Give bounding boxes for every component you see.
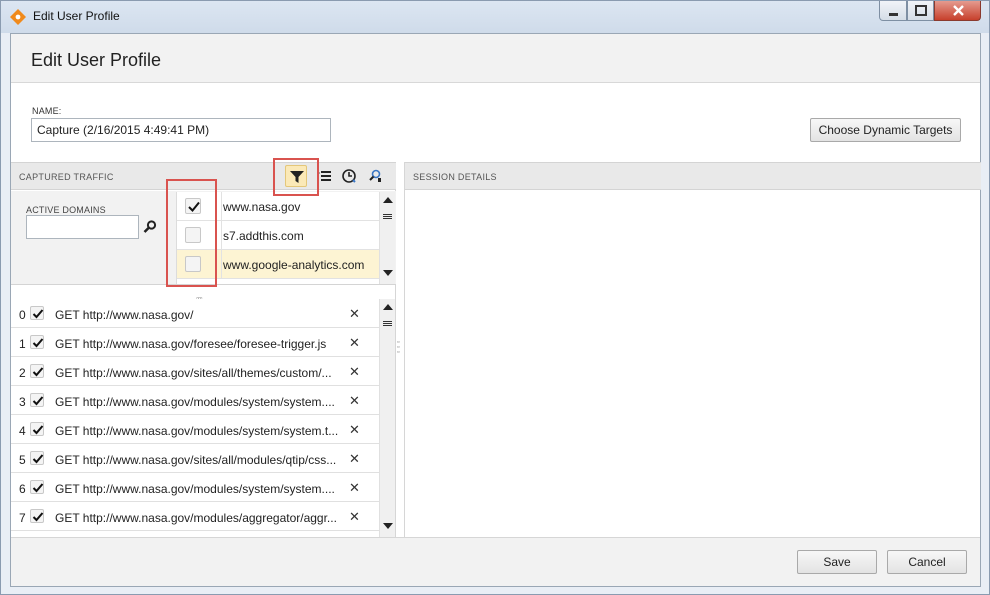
search-icon[interactable] [142,219,158,235]
checkmark-icon [32,425,44,435]
session-details-title: SESSION DETAILS [413,172,497,182]
request-url: GET http://www.nasa.gov/modules/system/s… [55,395,335,409]
find-icon [369,169,381,182]
remove-request-icon[interactable]: ✕ [349,335,360,351]
scroll-grip-icon [383,321,392,322]
request-list: 0 GET http://www.nasa.gov/ ✕ 1 GET http:… [11,299,379,537]
scroll-up-icon[interactable] [383,304,393,310]
request-url: GET http://www.nasa.gov/modules/system/s… [55,482,335,496]
request-checkbox[interactable] [30,451,44,465]
request-url: GET http://www.nasa.gov/modules/system/s… [55,424,339,438]
scroll-grip-icon [383,214,392,215]
request-index: 0 [19,308,26,322]
choose-dynamic-targets-button[interactable]: Choose Dynamic Targets [810,118,961,142]
request-checkbox[interactable] [30,306,44,320]
scroll-grip-icon [383,216,392,217]
domain-name: s7.addthis.com [223,229,304,243]
request-url: GET http://www.nasa.gov/modules/aggregat… [55,511,337,525]
app-logo-icon [10,9,26,25]
close-icon [953,5,964,16]
request-url: GET http://www.nasa.gov/sites/all/themes… [55,366,332,380]
request-checkbox[interactable] [30,335,44,349]
row-divider [221,221,222,250]
remove-request-icon[interactable]: ✕ [349,451,360,467]
request-row[interactable]: 6 GET http://www.nasa.gov/modules/system… [11,473,379,502]
remove-request-icon[interactable]: ✕ [349,509,360,525]
checkmark-icon [32,454,44,464]
checkmark-icon [32,512,44,522]
name-label: NAME: [32,106,62,116]
remove-request-icon[interactable]: ✕ [349,364,360,380]
request-index: 6 [19,482,26,496]
clock-icon [342,169,356,183]
request-row[interactable]: 7 GET http://www.nasa.gov/modules/aggreg… [11,502,379,531]
request-index: 4 [19,424,26,438]
name-input[interactable] [31,118,331,142]
row-divider [221,192,222,221]
request-row[interactable]: 3 GET http://www.nasa.gov/modules/system… [11,386,379,415]
title-bar[interactable]: Edit User Profile [1,1,989,33]
domain-name: www.nasa.gov [223,200,301,214]
active-domains-label: ACTIVE DOMAINS [26,205,106,215]
scroll-up-icon[interactable] [383,197,393,203]
session-details-pane: SESSION DETAILS [404,162,981,538]
page-title: Edit User Profile [31,50,162,70]
splitter-grip-icon[interactable]: ▫ ▫ ▫ [397,339,399,356]
request-checkbox[interactable] [30,509,44,523]
active-domains-input[interactable] [26,215,139,239]
domain-name: www.google-analytics.com [223,258,365,272]
dialog-body: Edit User Profile NAME: Choose Dynamic T… [10,33,981,587]
checkmark-icon [32,309,44,319]
dialog-header: Edit User Profile [11,34,980,83]
request-index: 2 [19,366,26,380]
remove-request-icon[interactable]: ✕ [349,480,360,496]
request-row[interactable]: 2 GET http://www.nasa.gov/sites/all/them… [11,357,379,386]
request-list-scrollbar[interactable] [379,299,395,537]
checkmark-icon [32,396,44,406]
request-index: 7 [19,511,26,525]
scroll-grip-icon [383,323,392,324]
request-url: GET http://www.nasa.gov/sites/all/module… [55,453,337,467]
session-details-header: SESSION DETAILS [405,162,981,190]
request-checkbox[interactable] [30,393,44,407]
remove-request-icon[interactable]: ✕ [349,306,360,322]
checkmark-icon [32,367,44,377]
request-row[interactable]: 1 GET http://www.nasa.gov/foresee/forese… [11,328,379,357]
request-row[interactable]: 5 GET http://www.nasa.gov/sites/all/modu… [11,444,379,473]
maximize-button[interactable] [907,1,934,21]
cancel-button[interactable]: Cancel [887,550,967,574]
save-button[interactable]: Save [797,550,877,574]
request-url: GET http://www.nasa.gov/ [55,308,194,322]
domain-list-scrollbar[interactable] [379,192,395,284]
request-index: 1 [19,337,26,351]
window-title: Edit User Profile [33,9,120,23]
request-index: 5 [19,453,26,467]
request-row[interactable]: 4 GET http://www.nasa.gov/modules/system… [11,415,379,444]
find-button[interactable] [364,165,386,187]
scroll-grip-icon [383,325,392,326]
remove-request-icon[interactable]: ✕ [349,393,360,409]
checkbox-highlight-box [166,179,217,287]
scroll-down-icon[interactable] [383,523,393,529]
row-divider [221,250,222,279]
request-checkbox[interactable] [30,480,44,494]
filter-highlight-box [273,158,319,196]
maximize-icon [915,5,927,16]
minimize-button[interactable] [879,1,907,21]
request-checkbox[interactable] [30,422,44,436]
history-button[interactable] [338,165,360,187]
request-checkbox[interactable] [30,364,44,378]
minimize-icon [889,13,898,16]
remove-request-icon[interactable]: ✕ [349,422,360,438]
close-button[interactable] [934,1,981,21]
request-row[interactable]: 0 GET http://www.nasa.gov/ ✕ [11,299,379,328]
request-index: 3 [19,395,26,409]
request-url: GET http://www.nasa.gov/foresee/foresee-… [55,337,327,351]
checkmark-icon [32,483,44,493]
checkmark-icon [32,338,44,348]
scroll-down-icon[interactable] [383,270,393,276]
app-window: Edit User Profile Edit User Profile NAME… [0,0,990,595]
scroll-grip-icon [383,218,392,219]
captured-traffic-title: CAPTURED TRAFFIC [19,172,114,182]
